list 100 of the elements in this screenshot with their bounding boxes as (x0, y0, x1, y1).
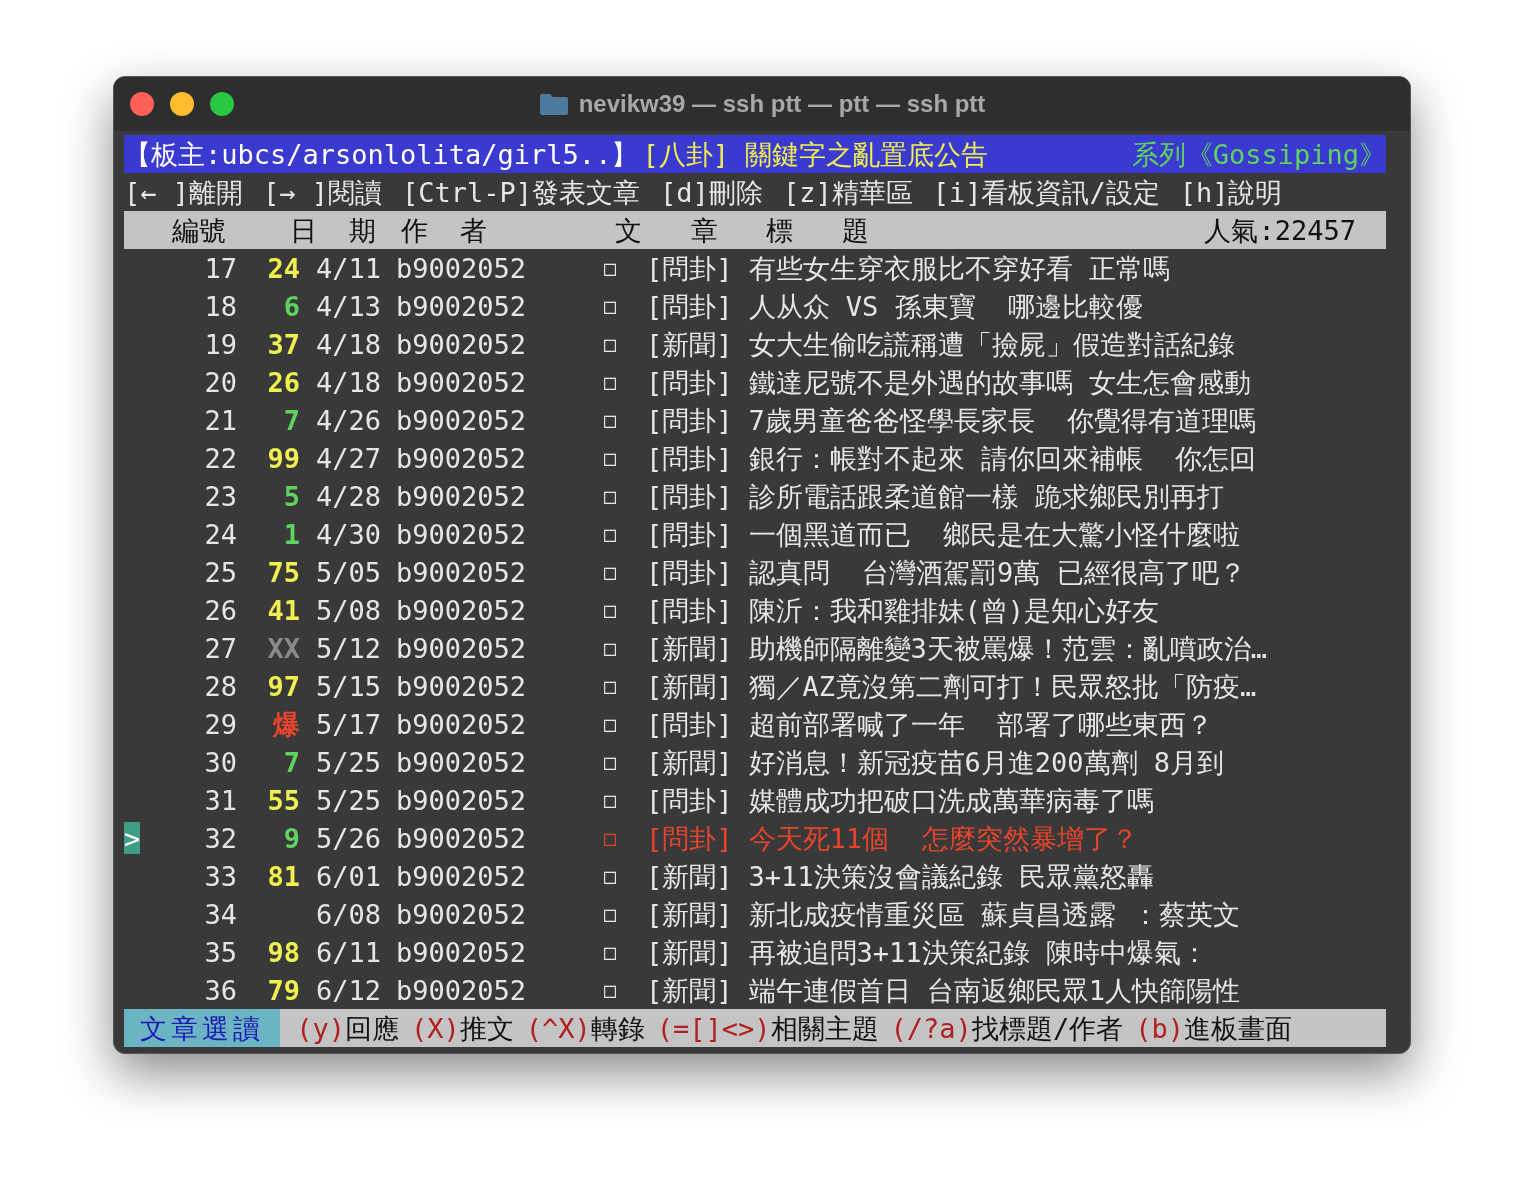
post-title[interactable]: [問卦] 一個黑道而已 鄉民是在大驚小怪什麼啦 (646, 520, 1241, 548)
post-date: 4/11 (316, 254, 380, 282)
post-number: 32 (203, 824, 237, 852)
read-mark: □ (604, 828, 618, 848)
post-title[interactable]: [新聞] 3+11決策沒會議紀錄 民眾黨怒轟 (646, 862, 1154, 890)
read-mark: □ (604, 524, 618, 544)
menu-item[interactable]: [h]說明 (1179, 178, 1283, 206)
post-title[interactable]: [新聞] 助機師隔離變3天被罵爆！范雲：亂噴政治… (646, 634, 1268, 662)
post-author: b9002052 (396, 368, 524, 396)
post-title[interactable]: [問卦] 陳沂：我和雞排妹(曾)是知心好友 (646, 596, 1160, 624)
post-date: 6/12 (316, 976, 380, 1004)
read-mark: □ (604, 752, 618, 772)
menu-item[interactable]: [z]精華區 (782, 178, 913, 206)
column-label: 文 章 標 題 (615, 216, 886, 244)
push-count: 26 (267, 368, 300, 396)
menu-item[interactable]: [Ctrl-P]發表文章 (402, 178, 641, 206)
post-title[interactable]: [問卦] 銀行：帳對不起來 請你回來補帳 你怎回 (646, 444, 1257, 472)
post-date: 4/27 (316, 444, 380, 472)
post-date: 5/15 (316, 672, 380, 700)
moderator-label: 【板主:ubcs/arsonlolita/girl5..】 (124, 140, 639, 168)
post-title[interactable]: [問卦] 媒體成功把破口洗成萬華病毒了嗎 (646, 786, 1154, 814)
push-count: 7 (283, 748, 300, 776)
post-number: 36 (203, 976, 237, 1004)
menu-item[interactable]: [i]看板資訊/設定 (932, 178, 1160, 206)
post-date: 5/12 (316, 634, 380, 662)
zoom-button[interactable] (210, 92, 234, 116)
push-count: 79 (267, 976, 300, 1004)
post-title[interactable]: [新聞] 端午連假首日 台南返鄉民眾1人快篩陽性 (646, 976, 1241, 1004)
post-author: b9002052 (396, 292, 524, 320)
post-author: b9002052 (396, 672, 524, 700)
push-count: 75 (267, 558, 300, 586)
post-author: b9002052 (396, 976, 524, 1004)
post-title[interactable]: [問卦] 有些女生穿衣服比不穿好看 正常嗎 (646, 254, 1170, 282)
read-mark: □ (604, 334, 618, 354)
post-author: b9002052 (396, 444, 524, 472)
window-title: nevikw39 — ssh ptt — ptt — ssh ptt (578, 89, 986, 119)
post-date: 5/17 (316, 710, 380, 738)
post-number: 28 (203, 672, 237, 700)
post-title[interactable]: [問卦] 超前部署喊了一年 部署了哪些東西？ (646, 710, 1214, 738)
command-hint: (=[]<>)相關主題 (656, 1014, 879, 1042)
post-title[interactable]: [問卦] 認真問 台灣酒駕罰9萬 已經很高了吧？ (646, 558, 1246, 586)
push-count: 9 (283, 824, 300, 852)
post-title[interactable]: [新聞] 新北成疫情重災區 蘇貞昌透露 ：蔡英文 (646, 900, 1241, 928)
post-author: b9002052 (396, 900, 524, 928)
folder-icon (538, 92, 569, 116)
post-number: 27 (203, 634, 237, 662)
push-count: 24 (267, 254, 300, 282)
read-mark: □ (604, 410, 618, 430)
post-number: 35 (203, 938, 237, 966)
menu-item[interactable]: [← ]離開 (124, 178, 244, 206)
post-number: 20 (203, 368, 237, 396)
read-mark: □ (604, 448, 618, 468)
popularity-count: 人氣:22457 (1204, 216, 1356, 244)
post-number: 25 (203, 558, 237, 586)
notice-label: [八卦] 關鍵字之亂置底公告 (642, 140, 989, 168)
read-mark: □ (604, 486, 618, 506)
column-label: 作 者 (400, 216, 496, 244)
post-number: 19 (203, 330, 237, 358)
post-title[interactable]: [新聞] 再被追問3+11決策紀錄 陳時中爆氣： (646, 938, 1208, 966)
close-button[interactable] (130, 92, 154, 116)
post-title[interactable]: [問卦] 鐵達尼號不是外遇的故事嗎 女生怎會感動 (646, 368, 1251, 396)
menu-item[interactable]: [→ ]閱讀 (263, 178, 383, 206)
post-number: 30 (203, 748, 237, 776)
read-mark: □ (604, 600, 618, 620)
post-author: b9002052 (396, 862, 524, 890)
post-date: 5/26 (316, 824, 380, 852)
push-count: 1 (283, 520, 300, 548)
post-title[interactable]: [問卦] 診所電話跟柔道館一樣 跪求鄉民別再打 (646, 482, 1224, 510)
read-mark: □ (604, 866, 618, 886)
post-author: b9002052 (396, 748, 524, 776)
post-number: 21 (203, 406, 237, 434)
post-date: 5/05 (316, 558, 380, 586)
post-title[interactable]: [問卦] 7歲男童爸爸怪學長家長 你覺得有道理嗎 (646, 406, 1257, 434)
post-title[interactable]: [新聞] 女大生偷吃謊稱遭「撿屍」假造對話紀錄 (646, 330, 1235, 358)
post-date: 4/28 (316, 482, 380, 510)
post-title[interactable]: [新聞] 好消息！新冠疫苗6月進200萬劑 8月到 (646, 748, 1225, 776)
post-title[interactable]: [問卦] 人从众 VS 孫東寶 哪邊比較優 (646, 292, 1144, 320)
command-hint: (y)回應 (296, 1014, 399, 1042)
post-number: 18 (203, 292, 237, 320)
post-title[interactable]: [新聞] 獨／AZ竟沒第二劑可打！民眾怒批「防疫… (646, 672, 1257, 700)
post-date: 6/08 (316, 900, 380, 928)
post-author: b9002052 (396, 482, 524, 510)
command-hint: (/?a)找標題/作者 (890, 1014, 1124, 1042)
push-count: 81 (267, 862, 300, 890)
read-mark: □ (604, 638, 618, 658)
minimize-button[interactable] (170, 92, 194, 116)
push-count: 97 (267, 672, 300, 700)
push-count: 55 (267, 786, 300, 814)
push-count: 7 (283, 406, 300, 434)
read-mark: □ (604, 372, 618, 392)
post-date: 5/08 (316, 596, 380, 624)
post-date: 4/18 (316, 330, 380, 358)
read-mark: □ (604, 562, 618, 582)
post-number: 34 (203, 900, 237, 928)
push-count: XX (267, 634, 300, 662)
post-author: b9002052 (396, 330, 524, 358)
menu-item[interactable]: [d]刪除 (660, 178, 763, 206)
command-hint: (X)推文 (411, 1014, 514, 1042)
post-number: 17 (203, 254, 237, 282)
push-count: 41 (267, 596, 300, 624)
